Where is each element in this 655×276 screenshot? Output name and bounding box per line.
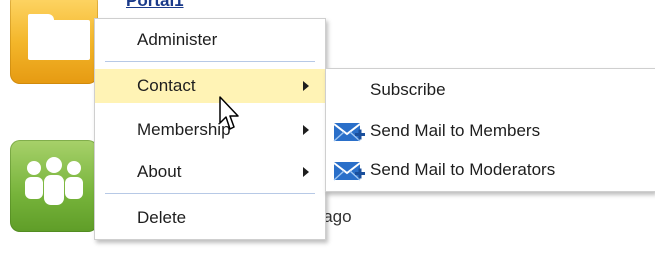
menu-item-label: Contact: [137, 76, 196, 95]
submenu-arrow-icon: [303, 81, 309, 91]
menu-item-label: Membership: [137, 120, 231, 139]
menu-item-label: Administer: [137, 30, 218, 49]
menu-item-membership[interactable]: Membership: [95, 113, 325, 147]
submenu-arrow-icon: [303, 125, 309, 135]
menu-item-contact[interactable]: Contact: [95, 69, 325, 103]
menu-item-delete[interactable]: Delete: [95, 201, 325, 235]
menu-item-label: Delete: [137, 208, 187, 227]
people-group-icon: [25, 157, 83, 205]
context-menu: Administer Contact Membership About Dele…: [94, 18, 326, 240]
submenu-item-send-mail-moderators[interactable]: Send Mail to Moderators: [326, 151, 655, 189]
menu-separator: [105, 61, 315, 62]
folder-icon: [28, 20, 90, 60]
portal-title-link[interactable]: Portal1: [126, 0, 184, 11]
mail-add-icon: [333, 123, 365, 142]
portal-folder-tile[interactable]: [10, 0, 98, 84]
menu-item-administer[interactable]: Administer: [95, 23, 325, 57]
submenu-item-label: Send Mail to Moderators: [370, 160, 556, 179]
menu-item-label: About: [137, 162, 182, 181]
mail-add-icon: [333, 162, 365, 181]
submenu-arrow-icon: [303, 167, 309, 177]
contact-submenu: Subscribe Send Mail to Members Send Mail…: [325, 68, 655, 192]
screen: Portal1 s ago Administer Contact Members…: [0, 0, 655, 276]
community-tile[interactable]: [10, 140, 98, 232]
submenu-item-subscribe[interactable]: Subscribe: [326, 71, 655, 109]
submenu-item-label: Send Mail to Members: [370, 121, 541, 140]
submenu-item-label: Subscribe: [370, 80, 446, 99]
menu-separator: [105, 193, 315, 194]
menu-item-about[interactable]: About: [95, 155, 325, 189]
submenu-item-send-mail-members[interactable]: Send Mail to Members: [326, 112, 655, 150]
